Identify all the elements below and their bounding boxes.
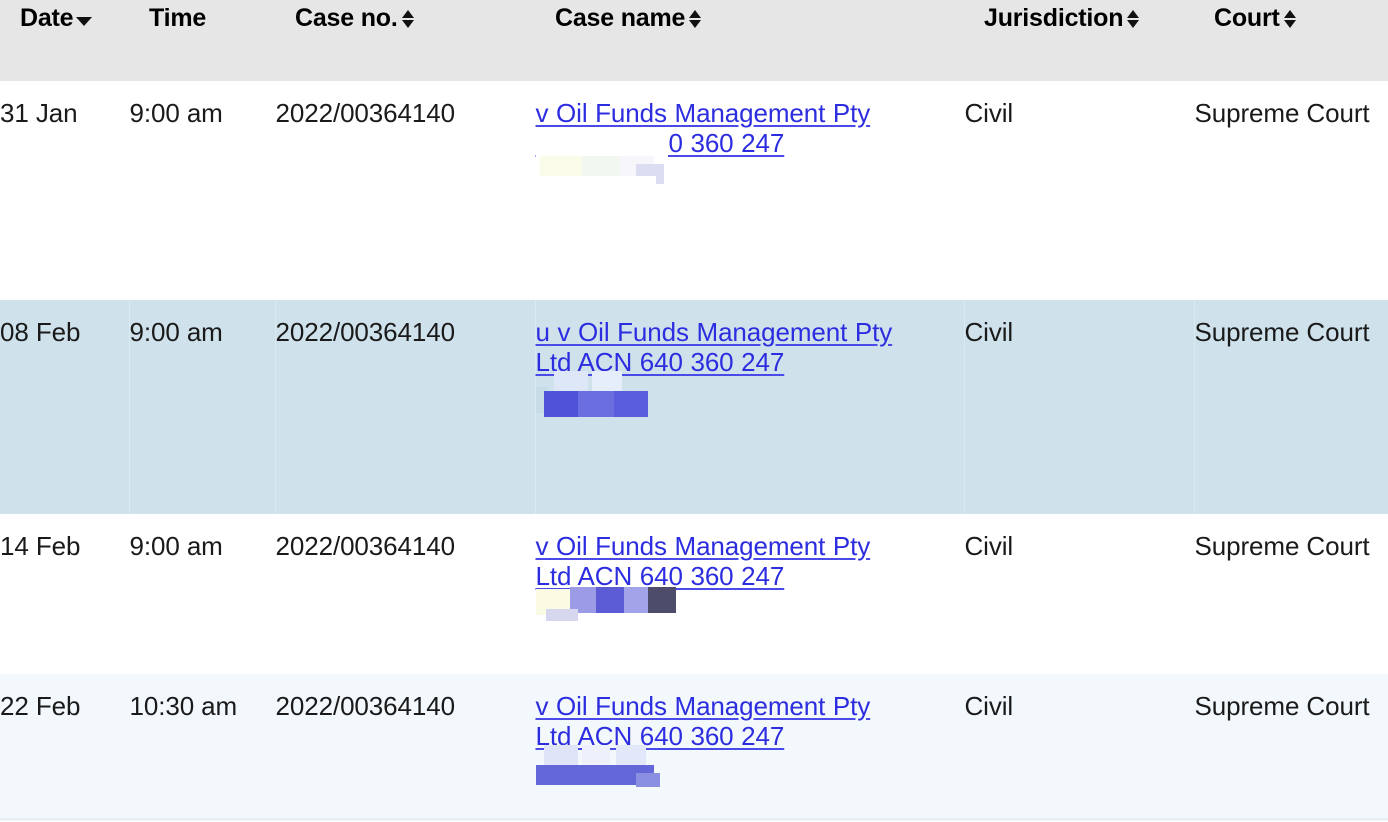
sort-both-icon[interactable] — [1283, 7, 1297, 31]
table-row[interactable]: 22 Feb 10:30 am 2022/00364140 v Oil Fund… — [0, 674, 1388, 821]
cell-jurisdiction: Civil — [964, 98, 1014, 128]
column-header-jurisdiction-label: Jurisdiction — [984, 4, 1124, 32]
column-header-time[interactable]: Time — [129, 0, 275, 81]
cell-court: Supreme Court — [1194, 317, 1370, 347]
cell-case-no: 2022/00364140 — [275, 691, 456, 721]
cell-case-name[interactable]: v Oil Funds Management Pty Ltd ACN 640 3… — [535, 674, 964, 821]
cell-court: Supreme Court — [1194, 531, 1370, 561]
cell-case-name[interactable]: u v Oil Funds Management Pty Ltd ACN 640… — [535, 300, 965, 514]
table-row[interactable]: 08 Feb 9:00 am 2022/00364140 u v Oil Fun… — [0, 300, 1388, 514]
case-name-link[interactable]: v Oil Funds Management Pty Ltd ACN 640 3… — [536, 98, 871, 158]
column-header-court-label: Court — [1214, 4, 1280, 32]
table-header: Date Time Case no. Case name Jurisdictio… — [0, 0, 1388, 81]
cell-case-no: 2022/00364140 — [275, 98, 456, 128]
sort-both-icon[interactable] — [401, 7, 415, 31]
case-name-text: v Oil Funds Management Pty Ltd ACN 640 3… — [535, 317, 893, 377]
table-row[interactable]: 14 Feb 9:00 am 2022/00364140 v Oil Funds… — [0, 514, 1388, 674]
cell-jurisdiction: Civil — [964, 691, 1014, 721]
court-listings-table: Date Time Case no. Case name Jurisdictio… — [0, 0, 1388, 821]
cell-time: 9:00 am — [129, 98, 223, 128]
case-name-redacted-prefix: u — [535, 317, 550, 347]
cell-date: 22 Feb — [0, 691, 81, 721]
case-name-link[interactable]: u v Oil Funds Management Pty Ltd ACN 640… — [536, 317, 893, 377]
column-header-case-name-label: Case name — [555, 4, 686, 32]
sort-both-icon[interactable] — [1126, 7, 1140, 31]
cell-case-no: 2022/00364140 — [275, 531, 456, 561]
sort-both-icon[interactable] — [688, 7, 702, 31]
cell-case-name[interactable]: v Oil Funds Management Pty Ltd ACN 640 3… — [535, 514, 964, 674]
cell-jurisdiction: Civil — [964, 531, 1014, 561]
table-row[interactable]: 31 Jan 9:00 am 2022/00364140 v Oil Funds… — [0, 81, 1388, 300]
column-header-date-label: Date — [20, 4, 74, 32]
case-name-link-wrapper[interactable]: v Oil Funds Management Pty Ltd ACN 640 3… — [535, 691, 906, 788]
case-name-link[interactable]: v Oil Funds Management Pty Ltd ACN 640 3… — [536, 531, 871, 591]
case-name-link-wrapper[interactable]: v Oil Funds Management Pty Ltd ACN 640 3… — [535, 98, 906, 191]
case-name-link-wrapper[interactable]: v Oil Funds Management Pty Ltd ACN 640 3… — [535, 531, 906, 622]
column-header-case-name[interactable]: Case name — [535, 0, 964, 81]
cell-case-no: 2022/00364140 — [275, 300, 536, 514]
column-header-jurisdiction[interactable]: Jurisdiction — [964, 0, 1194, 81]
case-name-link[interactable]: v Oil Funds Management Pty Ltd ACN 640 3… — [536, 691, 871, 751]
cell-time: 9:00 am — [129, 531, 223, 561]
cell-date: 31 Jan — [0, 98, 78, 128]
column-header-court[interactable]: Court — [1194, 0, 1388, 81]
case-name-link-wrapper[interactable]: u v Oil Funds Management Pty Ltd ACN 640… — [535, 317, 906, 418]
table-bottom-divider — [0, 818, 1388, 820]
column-header-case-no-label: Case no. — [295, 4, 398, 32]
cell-case-name[interactable]: v Oil Funds Management Pty Ltd ACN 640 3… — [535, 81, 964, 300]
cell-time: 10:30 am — [129, 691, 238, 721]
table-body: 31 Jan 9:00 am 2022/00364140 v Oil Funds… — [0, 81, 1388, 821]
column-header-time-label: Time — [149, 4, 207, 32]
table-header-row: Date Time Case no. Case name Jurisdictio… — [0, 0, 1388, 81]
column-header-case-no[interactable]: Case no. — [275, 0, 535, 81]
cell-date: 14 Feb — [0, 531, 81, 561]
sort-descending-icon[interactable] — [76, 7, 93, 31]
cell-time: 9:00 am — [129, 300, 276, 514]
column-header-date[interactable]: Date — [0, 0, 129, 81]
cell-court: Supreme Court — [1194, 691, 1370, 721]
cell-jurisdiction: Civil — [964, 300, 1195, 514]
cell-date: 08 Feb — [0, 300, 130, 514]
cell-court: Supreme Court — [1194, 98, 1370, 128]
